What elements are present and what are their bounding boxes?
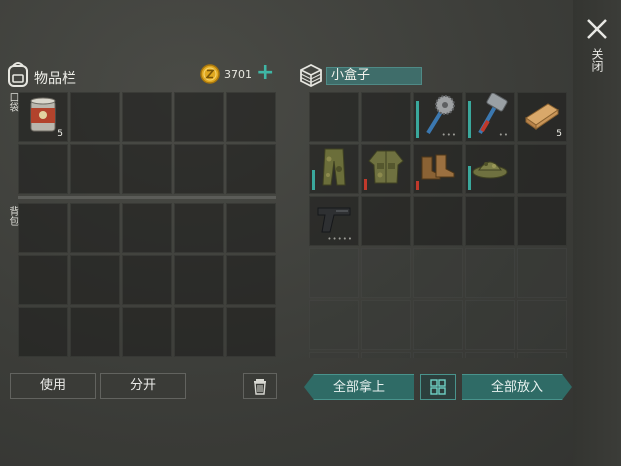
section-divider [18, 196, 276, 199]
container-slot[interactable] [413, 352, 463, 358]
container-slot[interactable] [413, 144, 463, 194]
backpack-grid [18, 203, 276, 357]
put-all-button[interactable]: 全部放入 [462, 374, 572, 400]
durability-bar [312, 170, 315, 190]
container-slot[interactable] [465, 144, 515, 194]
container-slot[interactable] [309, 300, 359, 350]
grid-sort-icon [430, 379, 446, 395]
trash-icon [254, 379, 266, 395]
durability-bar [416, 101, 419, 138]
split-button[interactable]: 分开 [100, 373, 186, 399]
container-header: 小盒子 [298, 60, 568, 90]
pocket-slot[interactable] [70, 144, 120, 194]
pocket-label: 口袋 [7, 92, 18, 112]
boots-icon[interactable] [418, 151, 458, 187]
container-slot[interactable] [361, 92, 411, 142]
backpack-slot[interactable] [226, 255, 276, 305]
container-slot[interactable] [465, 300, 515, 350]
sort-button[interactable] [420, 374, 456, 400]
container-slot[interactable] [309, 248, 359, 298]
inventory-title: 物品栏 [34, 71, 76, 87]
camo-pants-icon[interactable] [319, 145, 349, 193]
item-quantity: 5 [57, 129, 63, 139]
backpack-slot[interactable] [70, 203, 120, 253]
container-slot[interactable] [517, 196, 567, 246]
backpack-slot[interactable] [122, 203, 172, 253]
container-slot[interactable]: 5 [517, 92, 567, 142]
container-slot[interactable] [361, 300, 411, 350]
close-label[interactable]: 关闭 [590, 48, 604, 72]
pocket-slot[interactable]: 5 [18, 92, 68, 142]
backpack-slot[interactable] [226, 203, 276, 253]
item-quality-dots: ••• [441, 131, 457, 139]
inventory-header: 物品栏 3701 + [6, 60, 276, 90]
container-slot[interactable] [309, 352, 359, 358]
take-all-button[interactable]: 全部拿上 [304, 374, 414, 400]
item-quantity: 5 [556, 129, 562, 139]
add-coins-button[interactable]: + [256, 62, 274, 84]
box-icon [300, 63, 322, 88]
durability-bar [468, 101, 471, 138]
close-button[interactable] [584, 16, 610, 42]
backpack-slot[interactable] [174, 307, 224, 357]
container-slot[interactable] [413, 300, 463, 350]
item-quality-dots: ••••• [327, 235, 353, 243]
pocket-slot[interactable] [226, 92, 276, 142]
container-slot[interactable] [517, 352, 567, 358]
container-slot[interactable]: •• [465, 92, 515, 142]
container-slot[interactable] [309, 92, 359, 142]
container-slot[interactable] [361, 144, 411, 194]
pocket-grid: 5 [18, 92, 276, 194]
container-slot[interactable] [361, 352, 411, 358]
pocket-slot[interactable] [122, 92, 172, 142]
durability-bar [416, 181, 419, 190]
backpack-slot[interactable] [70, 307, 120, 357]
coin-balance: 3701 [224, 68, 252, 81]
backpack-slot[interactable] [70, 255, 120, 305]
container-slot[interactable] [517, 300, 567, 350]
backpack-slot[interactable] [226, 307, 276, 357]
pocket-slot[interactable] [174, 92, 224, 142]
container-grid: ••• •• 5 ••••• [309, 92, 567, 358]
close-icon [587, 19, 607, 39]
container-slot[interactable] [361, 248, 411, 298]
container-name-field[interactable]: 小盒子 [326, 67, 422, 85]
trash-button[interactable] [243, 373, 277, 399]
camo-hat-icon[interactable] [470, 152, 510, 186]
canned-food-icon[interactable] [25, 95, 61, 139]
backpack-label: 背包 [7, 206, 18, 226]
pocket-slot[interactable] [174, 144, 224, 194]
backpack-slot[interactable] [18, 255, 68, 305]
backpack-icon [8, 62, 28, 87]
container-slot[interactable] [413, 196, 463, 246]
pocket-slot[interactable] [122, 144, 172, 194]
container-slot[interactable] [465, 196, 515, 246]
item-quality-dots: •• [498, 131, 509, 139]
container-slot[interactable] [413, 248, 463, 298]
container-slot[interactable] [361, 196, 411, 246]
container-slot[interactable] [517, 144, 567, 194]
container-slot[interactable]: ••••• [309, 196, 359, 246]
coin-icon [200, 64, 220, 84]
backpack-slot[interactable] [122, 255, 172, 305]
durability-bar [364, 179, 367, 190]
durability-bar [468, 166, 471, 190]
camo-jacket-icon[interactable] [367, 147, 405, 191]
container-slot[interactable] [517, 248, 567, 298]
backpack-slot[interactable] [174, 203, 224, 253]
pocket-slot[interactable] [226, 144, 276, 194]
use-button[interactable]: 使用 [10, 373, 96, 399]
backpack-slot[interactable] [174, 255, 224, 305]
container-slot[interactable] [465, 352, 515, 358]
container-slot[interactable] [309, 144, 359, 194]
container-slot[interactable] [465, 248, 515, 298]
pocket-slot[interactable] [70, 92, 120, 142]
backpack-slot[interactable] [18, 307, 68, 357]
backpack-slot[interactable] [18, 203, 68, 253]
container-slot[interactable]: ••• [413, 92, 463, 142]
backpack-slot[interactable] [122, 307, 172, 357]
pocket-slot[interactable] [18, 144, 68, 194]
